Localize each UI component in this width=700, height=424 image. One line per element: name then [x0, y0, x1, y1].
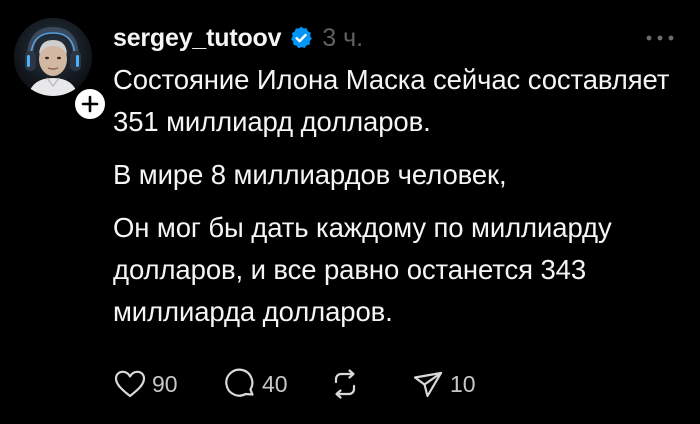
- verified-badge-icon: [288, 25, 314, 51]
- author-avatar-container[interactable]: [14, 18, 108, 122]
- plus-icon: [81, 95, 99, 113]
- post-header: sergey_tutoov 3 ч.: [113, 20, 363, 56]
- like-count: 90: [152, 371, 178, 397]
- share-button[interactable]: 10: [410, 364, 476, 404]
- avatar-photo: [14, 18, 92, 96]
- username[interactable]: sergey_tutoov: [113, 20, 281, 56]
- follow-button[interactable]: [72, 86, 108, 122]
- post-timestamp[interactable]: 3 ч.: [322, 20, 363, 56]
- thread-post: sergey_tutoov 3 ч. Состояние Илона Маска…: [0, 0, 700, 424]
- post-paragraph: В мире 8 миллиардов человек,: [113, 159, 507, 190]
- more-icon: [646, 35, 674, 41]
- send-icon: [413, 371, 443, 398]
- repost-icon: [334, 369, 356, 399]
- post-paragraph: Он мог бы дать каждому по миллиарду долл…: [113, 212, 612, 327]
- avatar[interactable]: [14, 18, 92, 96]
- comment-button[interactable]: 40: [222, 364, 288, 404]
- share-count: 10: [450, 371, 476, 397]
- like-button[interactable]: 90: [112, 364, 178, 404]
- more-options-button[interactable]: [640, 24, 680, 52]
- comment-icon: [225, 368, 254, 397]
- post-paragraph: Состояние Илона Маска сейчас составляет …: [113, 64, 670, 137]
- repost-button[interactable]: [327, 364, 367, 404]
- comment-count: 40: [262, 371, 288, 397]
- post-text: Состояние Илона Маска сейчас составляет …: [113, 59, 683, 333]
- heart-icon: [114, 370, 146, 398]
